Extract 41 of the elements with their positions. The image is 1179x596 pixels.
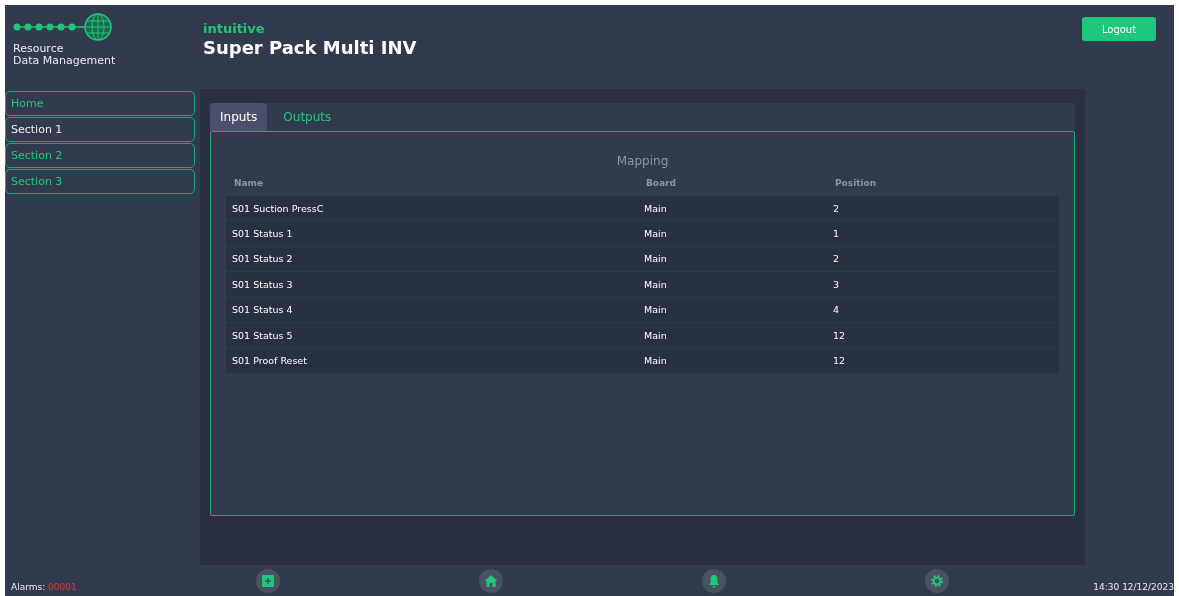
table-cell-text: 2 — [833, 253, 841, 265]
table-cell-text: Main — [644, 202, 668, 214]
table-cell-text: Main — [644, 228, 668, 240]
column-header: Name — [234, 178, 265, 188]
home-icon[interactable] — [479, 569, 503, 593]
page-title: Super Pack Multi INV — [203, 36, 417, 60]
settings-icon[interactable] — [925, 569, 949, 593]
company-name: Resource Data Management — [13, 43, 116, 67]
table-cell-text: S01 Suction PressC — [232, 202, 325, 214]
table-cell-text: Main — [644, 355, 668, 367]
table-cell-text: 4 — [833, 304, 841, 316]
column-header: Position — [835, 178, 878, 188]
table-cell-text: S01 Status 4 — [232, 304, 294, 316]
alarms-label: Alarms: 00001 — [11, 582, 77, 592]
table-cell-text: 12 — [833, 329, 847, 341]
table-cell-text: Main — [644, 329, 668, 341]
table-cell-text: Main — [644, 278, 668, 290]
table-cell-text: S01 Status 1 — [232, 228, 294, 240]
table-cell-text: 12 — [833, 355, 847, 367]
date-time: 14:30 12/12/2023 — [1093, 582, 1174, 592]
product-name: intuitive — [203, 22, 265, 36]
sidebar-item[interactable]: Section 3 — [5, 169, 195, 194]
sidebar-item[interactable]: Section 1 — [5, 117, 195, 142]
table-cell-text: Main — [644, 304, 668, 316]
column-header: Board — [646, 178, 677, 188]
table-cell-text: 3 — [833, 278, 841, 290]
bell-icon[interactable] — [702, 569, 726, 593]
table-cell-text: S01 Status 2 — [232, 253, 294, 265]
table-cell-text: 1 — [833, 228, 841, 240]
sidebar-item[interactable]: Home — [5, 91, 195, 116]
table-cell-text: 2 — [833, 202, 841, 214]
export-icon[interactable] — [256, 569, 280, 593]
tab[interactable]: Inputs — [210, 103, 268, 131]
company-logo-icon — [13, 13, 113, 41]
table-cell-text: S01 Status 3 — [232, 278, 294, 290]
tab[interactable]: Outputs — [269, 103, 346, 131]
table-title: Mapping — [615, 154, 670, 168]
table-cell-text: Main — [644, 253, 668, 265]
sidebar-item[interactable]: Section 2 — [5, 143, 195, 168]
table-cell-text: S01 Status 5 — [232, 329, 294, 341]
table-cell-text: S01 Proof Reset — [232, 355, 308, 367]
